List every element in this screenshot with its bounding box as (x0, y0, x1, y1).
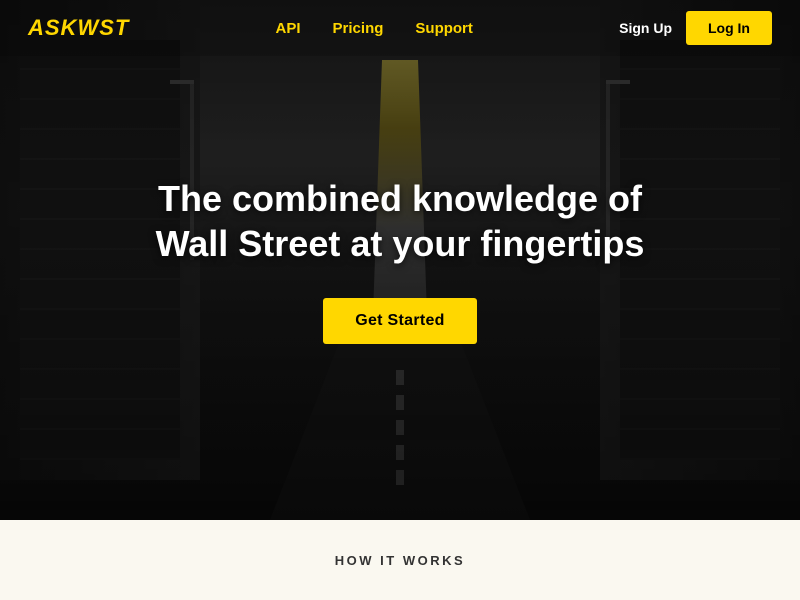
login-button[interactable]: Log In (686, 11, 772, 45)
nav-links: API Pricing Support (276, 20, 473, 37)
hero-section: The combined knowledge of Wall Street at… (0, 0, 800, 520)
nav-link-api[interactable]: API (276, 20, 301, 37)
logo[interactable]: AskWST (28, 15, 129, 41)
signup-button[interactable]: Sign Up (619, 20, 672, 36)
nav-link-support[interactable]: Support (415, 20, 473, 37)
how-it-works-title: HOW IT WORKS (335, 553, 465, 568)
get-started-button[interactable]: Get Started (323, 298, 477, 344)
hero-content: The combined knowledge of Wall Street at… (136, 176, 665, 344)
how-it-works-section: HOW IT WORKS (0, 520, 800, 600)
hero-title: The combined knowledge of Wall Street at… (156, 176, 645, 266)
navbar: AskWST API Pricing Support Sign Up Log I… (0, 0, 800, 56)
nav-link-pricing[interactable]: Pricing (333, 20, 384, 37)
nav-actions: Sign Up Log In (619, 11, 772, 45)
